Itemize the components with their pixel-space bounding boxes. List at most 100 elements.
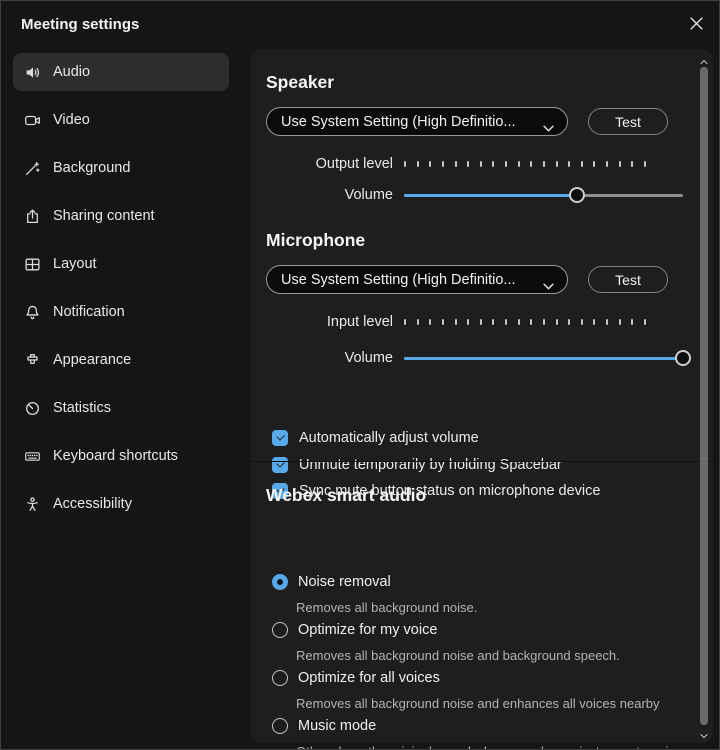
slider-thumb[interactable] [569, 187, 585, 203]
sidebar-item-sharing-content[interactable]: Sharing content [13, 197, 229, 235]
magic-wand-icon [24, 160, 41, 177]
radio-noise-removal[interactable]: Noise removal [272, 572, 391, 592]
bell-icon [24, 304, 41, 321]
level-tick [606, 319, 608, 325]
radio-description: Removes all background noise and enhance… [296, 694, 660, 714]
radio-icon[interactable] [272, 622, 288, 638]
checkbox-unmute-spacebar[interactable]: Unmute temporarily by holding Spacebar [272, 457, 562, 473]
keyboard-icon [24, 448, 41, 465]
speaker-test-label: Test [615, 114, 641, 130]
sidebar-item-accessibility[interactable]: Accessibility [13, 485, 229, 523]
level-tick [455, 319, 457, 325]
sidebar-item-background[interactable]: Background [13, 149, 229, 187]
level-tick [467, 319, 469, 325]
speaker-test-button[interactable]: Test [588, 108, 668, 135]
radio-icon[interactable] [272, 574, 288, 590]
radio-icon[interactable] [272, 670, 288, 686]
radio-description: Others hear the original sound when you … [296, 742, 686, 750]
sidebar-item-appearance[interactable]: Appearance [13, 341, 229, 379]
scrollbar-thumb[interactable] [700, 67, 708, 725]
level-tick [518, 319, 520, 325]
sidebar-item-label: Keyboard shortcuts [53, 448, 178, 464]
paintbrush-icon [24, 352, 41, 369]
sidebar-item-notification[interactable]: Notification [13, 293, 229, 331]
speaker-volume-row: Volume [266, 186, 683, 204]
close-icon [690, 17, 703, 35]
sidebar-item-label: Notification [53, 304, 125, 320]
statistics-icon [24, 400, 41, 417]
speaker-device-row: Use System Setting (High Definitio... Te… [266, 107, 686, 137]
sidebar-item-label: Appearance [53, 352, 131, 368]
level-tick [480, 319, 482, 325]
checkbox-icon[interactable] [272, 457, 288, 473]
scroll-down-icon[interactable] [699, 728, 709, 738]
level-tick [606, 161, 608, 167]
sidebar-item-audio[interactable]: Audio [13, 53, 229, 91]
speaker-device-value: Use System Setting (High Definitio... [281, 114, 516, 130]
sidebar-item-layout[interactable]: Layout [13, 245, 229, 283]
microphone-input-level-row: Input level [266, 313, 683, 331]
slider-thumb[interactable] [675, 350, 691, 366]
slider-fill [404, 357, 683, 360]
slider-fill [404, 194, 577, 197]
level-tick [568, 161, 570, 167]
level-tick [404, 161, 406, 167]
meeting-settings-dialog: Meeting settings Audio Video Background … [0, 0, 720, 750]
microphone-test-label: Test [615, 272, 641, 288]
checkbox-label: Automatically adjust volume [299, 430, 479, 446]
checkbox-auto-adjust-volume[interactable]: Automatically adjust volume [272, 430, 479, 446]
checkbox-icon[interactable] [272, 430, 288, 446]
level-tick [644, 319, 646, 325]
radio-description: Removes all background noise and backgro… [296, 646, 620, 666]
radio-optimize-all-voices[interactable]: Optimize for all voices [272, 668, 440, 688]
microphone-volume-slider[interactable] [404, 349, 683, 367]
close-button[interactable] [684, 14, 708, 38]
level-tick [556, 161, 558, 167]
output-level-label: Output level [266, 156, 393, 172]
microphone-volume-label: Volume [266, 350, 393, 366]
level-tick [543, 319, 545, 325]
level-tick [581, 319, 583, 325]
accessibility-icon [24, 496, 41, 513]
sidebar-item-label: Audio [53, 64, 90, 80]
radio-label: Noise removal [298, 574, 391, 590]
level-tick [530, 161, 532, 167]
output-level-meter [404, 161, 646, 167]
speaker-volume-slider[interactable] [404, 186, 683, 204]
layout-grid-icon [24, 256, 41, 273]
microphone-test-button[interactable]: Test [588, 266, 668, 293]
level-tick [417, 161, 419, 167]
chevron-down-icon [543, 277, 554, 295]
radio-optimize-my-voice[interactable]: Optimize for my voice [272, 620, 437, 640]
sidebar-item-statistics[interactable]: Statistics [13, 389, 229, 427]
level-tick [467, 161, 469, 167]
microphone-device-dropdown[interactable]: Use System Setting (High Definitio... [266, 265, 568, 294]
chevron-down-icon [543, 119, 554, 137]
level-tick [619, 161, 621, 167]
microphone-device-row: Use System Setting (High Definitio... Te… [266, 265, 686, 295]
level-tick [442, 161, 444, 167]
sidebar-item-keyboard-shortcuts[interactable]: Keyboard shortcuts [13, 437, 229, 475]
sidebar-item-label: Layout [53, 256, 97, 272]
level-tick [518, 161, 520, 167]
level-tick [543, 161, 545, 167]
sidebar-item-video[interactable]: Video [13, 101, 229, 139]
level-tick [593, 161, 595, 167]
scroll-up-icon[interactable] [699, 54, 709, 64]
level-tick [492, 161, 494, 167]
sidebar-item-label: Video [53, 112, 90, 128]
level-tick [492, 319, 494, 325]
radio-music-mode[interactable]: Music mode [272, 716, 376, 736]
radio-icon[interactable] [272, 718, 288, 734]
scrollbar[interactable] [697, 52, 711, 740]
level-tick [505, 161, 507, 167]
radio-label: Optimize for my voice [298, 622, 437, 638]
speaker-heading: Speaker [266, 72, 334, 93]
level-tick [619, 319, 621, 325]
speaker-device-dropdown[interactable]: Use System Setting (High Definitio... [266, 107, 568, 136]
smart-audio-heading: Webex smart audio [266, 485, 426, 506]
level-tick [593, 319, 595, 325]
microphone-volume-row: Volume [266, 349, 683, 367]
level-tick [429, 319, 431, 325]
level-tick [568, 319, 570, 325]
